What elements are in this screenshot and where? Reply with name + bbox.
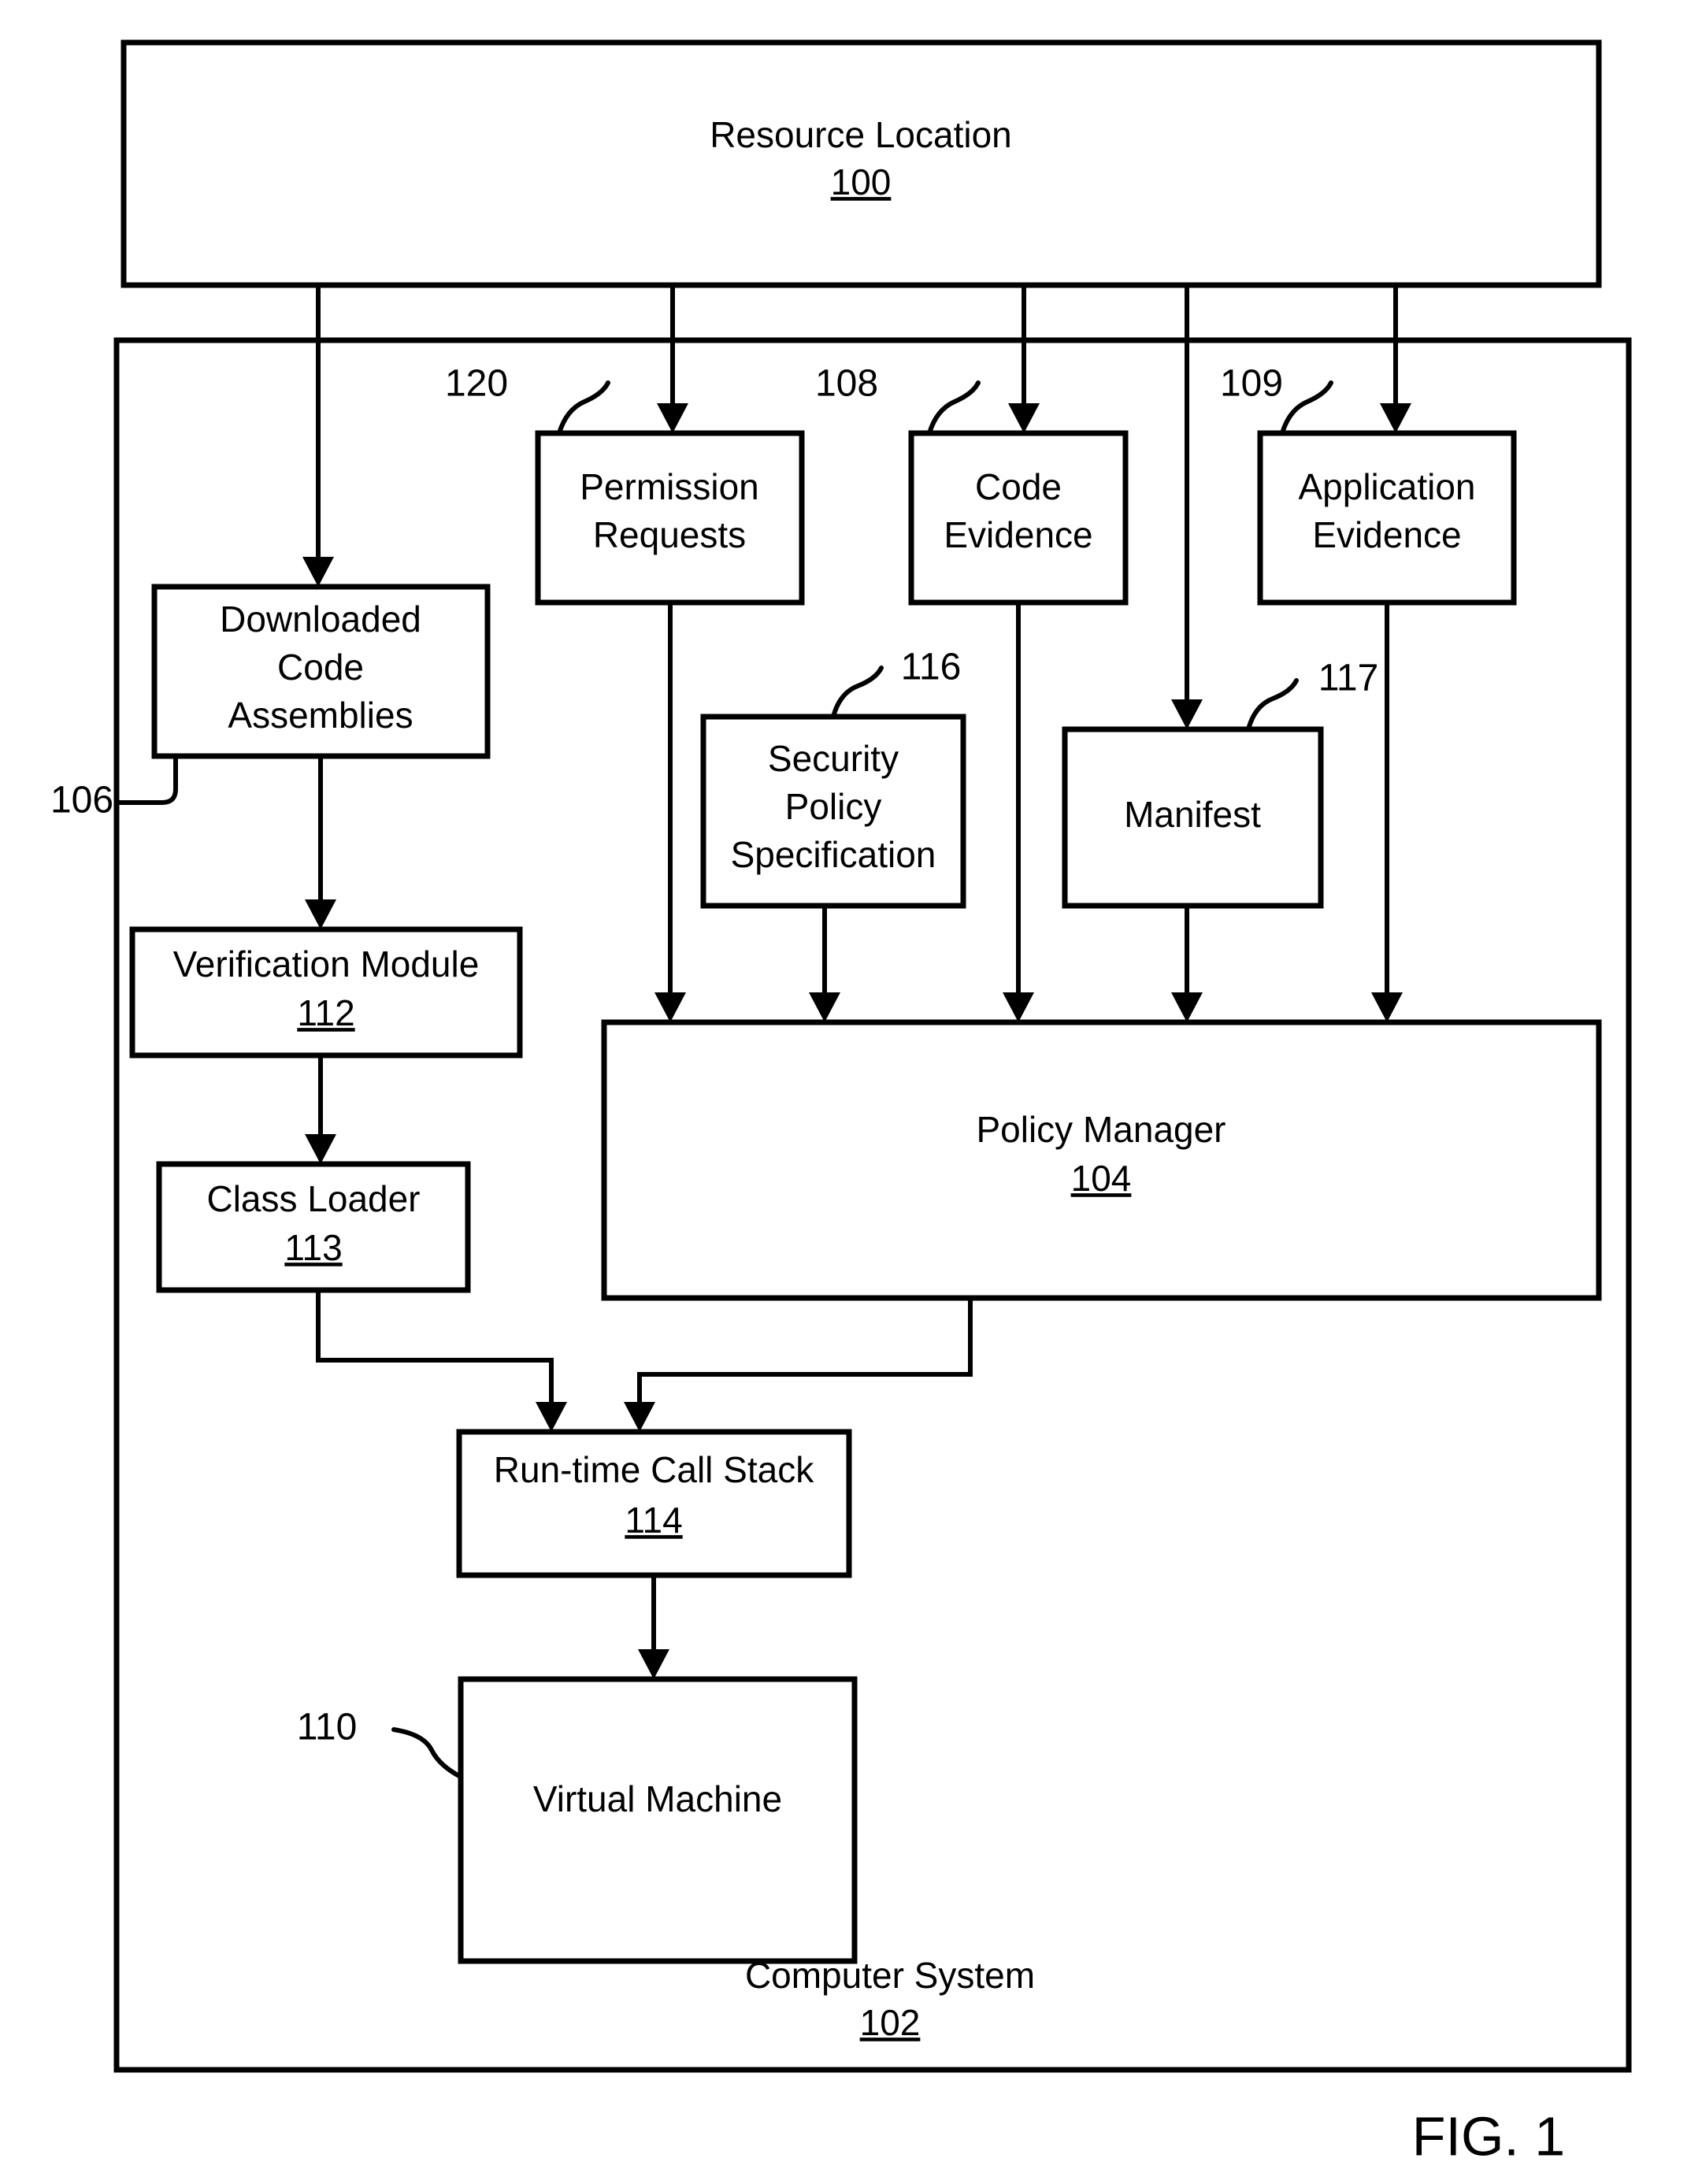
- security-policy-specification-label-line1: Security: [768, 738, 899, 779]
- application-evidence-label-line1: Application: [1298, 466, 1475, 507]
- security-policy-specification-label-line2: Policy: [785, 786, 882, 827]
- application-evidence-box: Application Evidence: [1257, 430, 1517, 606]
- ref-110-label: 110: [297, 1707, 358, 1748]
- code-evidence-label-line1: Code: [975, 466, 1062, 507]
- manifest-label: Manifest: [1124, 794, 1261, 835]
- policy-manager-box: Policy Manager 104: [601, 1019, 1602, 1301]
- security-policy-specification-label-line3: Specification: [731, 834, 936, 875]
- permission-requests-label-line2: Requests: [593, 514, 746, 555]
- diagram-canvas: Resource Location 100 Computer System 10…: [50, 39, 1632, 2167]
- permission-requests-box: Permission Requests: [535, 430, 805, 606]
- downloaded-code-assemblies-label-line2: Code: [277, 647, 364, 688]
- ref-109-label: 109: [1220, 363, 1283, 405]
- policy-manager-label: Policy Manager: [976, 1109, 1226, 1150]
- downloaded-code-assemblies-label-line3: Assemblies: [228, 695, 413, 736]
- code-evidence-box: Code Evidence: [908, 430, 1129, 606]
- security-policy-specification-box: Security Policy Specification: [700, 714, 966, 909]
- patent-figure: Resource Location 100 Computer System 10…: [0, 0, 1702, 2184]
- ref-117-label: 117: [1318, 658, 1379, 699]
- virtual-machine-box: Virtual Machine: [458, 1676, 858, 1964]
- ref-120-label: 120: [445, 363, 508, 405]
- class-loader-number: 113: [284, 1227, 342, 1268]
- application-evidence-label-line2: Evidence: [1312, 514, 1461, 555]
- permission-requests-label-line1: Permission: [580, 466, 759, 507]
- verification-module-number: 112: [297, 992, 354, 1033]
- verification-module-label: Verification Module: [173, 944, 480, 984]
- class-loader-box: Class Loader 113: [156, 1161, 471, 1293]
- ref-106-label: 106: [50, 780, 113, 821]
- computer-system-number: 102: [860, 2002, 921, 2043]
- downloaded-code-assemblies-box: Downloaded Code Assemblies: [151, 584, 491, 759]
- class-loader-label: Class Loader: [206, 1178, 420, 1219]
- figure-caption: FIG. 1: [1412, 2105, 1565, 2167]
- manifest-box: Manifest: [1062, 726, 1324, 909]
- resource-location-box: Resource Location 100: [121, 39, 1602, 288]
- policy-manager-number: 104: [1071, 1158, 1132, 1199]
- ref-108-label: 108: [815, 363, 878, 405]
- resource-location-number: 100: [831, 161, 892, 202]
- virtual-machine-label: Virtual Machine: [533, 1778, 782, 1819]
- ref-116-label: 116: [901, 647, 962, 688]
- runtime-call-stack-label: Run-time Call Stack: [494, 1449, 814, 1490]
- runtime-call-stack-number: 114: [625, 1500, 682, 1541]
- resource-location-label: Resource Location: [710, 114, 1012, 155]
- downloaded-code-assemblies-label-line1: Downloaded: [220, 599, 421, 640]
- runtime-call-stack-box: Run-time Call Stack 114: [456, 1429, 852, 1578]
- code-evidence-label-line2: Evidence: [944, 514, 1092, 555]
- verification-module-box: Verification Module 112: [129, 926, 523, 1059]
